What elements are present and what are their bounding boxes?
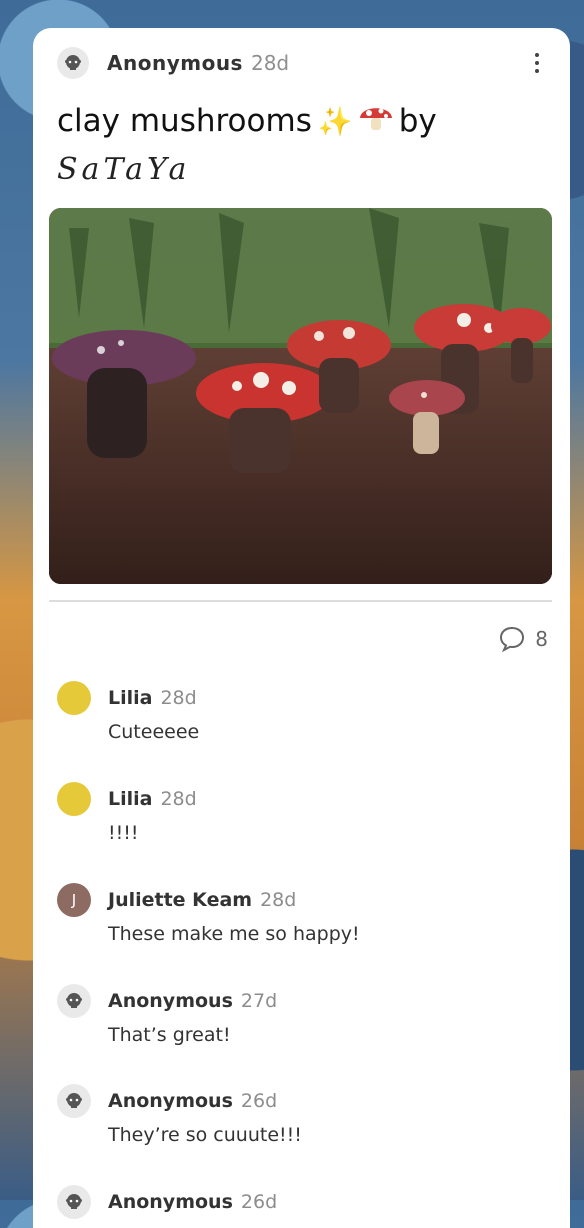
comment-author[interactable]: Lilia xyxy=(108,788,152,810)
sparkles-icon: ✨ xyxy=(317,104,353,138)
comment-author[interactable]: Anonymous xyxy=(108,990,233,1012)
anonymous-avatar-icon xyxy=(57,1185,91,1219)
post-photo[interactable] xyxy=(49,208,552,584)
comment-item: Anonymous 26d They’re so cuuute!!! xyxy=(57,1084,537,1146)
comment-item: Anonymous 27d That’s great! xyxy=(57,984,537,1046)
post-author[interactable]: Anonymous xyxy=(107,51,243,75)
comment-avatar xyxy=(57,681,91,715)
comment-avatar: J xyxy=(57,883,91,917)
comment-author[interactable]: Juliette Keam xyxy=(108,889,252,911)
post-time: 28d xyxy=(250,51,290,75)
comment-time: 27d xyxy=(240,990,278,1012)
comment-time: 26d xyxy=(240,1191,278,1213)
comment-author[interactable]: Anonymous xyxy=(108,1090,233,1112)
comment-author[interactable]: Anonymous xyxy=(108,1191,233,1213)
anonymous-avatar-icon xyxy=(57,47,89,79)
post-header: Anonymous 28d xyxy=(57,46,547,80)
mushroom-icon xyxy=(357,100,395,142)
comment-text: That’s great! xyxy=(108,1024,231,1046)
comment-avatar xyxy=(57,782,91,816)
comment-item: Lilia 28d !!!! xyxy=(57,782,537,844)
comment-item: Lilia 28d Cuteeeee xyxy=(57,681,537,743)
comment-time: 28d xyxy=(160,788,197,810)
comment-count: 8 xyxy=(535,627,548,651)
comment-time: 28d xyxy=(260,889,297,911)
comment-time: 26d xyxy=(240,1090,278,1112)
more-vertical-icon xyxy=(535,53,539,57)
comment-text: These make me so happy! xyxy=(108,923,360,945)
post-title-signature: SaTaYa xyxy=(57,152,191,187)
more-options-button[interactable] xyxy=(527,48,547,78)
post-card: Anonymous 28d clay mushrooms ✨ by SaTaYa xyxy=(33,28,570,1228)
comment-text: !!!! xyxy=(108,822,139,844)
comment-item: Anonymous 26d xyxy=(57,1185,537,1219)
post-title-by: by xyxy=(398,103,437,139)
comment-author[interactable]: Lilia xyxy=(108,687,152,709)
comment-count-button[interactable]: 8 xyxy=(497,624,548,654)
comment-item: J Juliette Keam 28d These make me so hap… xyxy=(57,883,537,945)
post-title: clay mushrooms ✨ by xyxy=(57,100,437,142)
anonymous-avatar-icon xyxy=(57,984,91,1018)
comment-text: They’re so cuuute!!! xyxy=(108,1124,302,1146)
post-title-main: clay mushrooms xyxy=(57,103,312,139)
comment-bubble-icon xyxy=(500,626,525,653)
post-divider xyxy=(49,600,552,602)
comment-text: Cuteeeee xyxy=(108,721,200,743)
comment-time: 28d xyxy=(160,687,197,709)
anonymous-avatar-icon xyxy=(57,1084,91,1118)
